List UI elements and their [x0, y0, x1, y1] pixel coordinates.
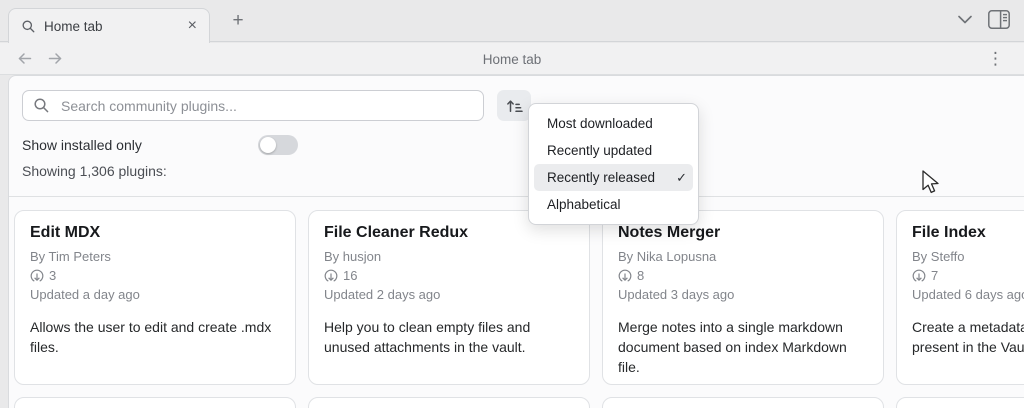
plugin-card-partial[interactable]	[896, 397, 1024, 408]
chevron-down-icon[interactable]	[958, 15, 972, 24]
plugin-name: File Index	[912, 224, 986, 241]
plugin-card-partial[interactable]	[308, 397, 590, 408]
right-sidebar-toggle-icon[interactable]	[988, 10, 1010, 29]
plugin-card-partial[interactable]	[602, 397, 884, 408]
plugin-author: By husjon	[324, 249, 382, 264]
forward-arrow-icon[interactable]	[47, 50, 64, 67]
sort-option-alphabetical[interactable]: Alphabetical	[534, 191, 693, 218]
view-title: Home tab	[482, 51, 542, 67]
mouse-cursor	[922, 170, 939, 194]
plugin-author: By Tim Peters	[30, 249, 111, 264]
show-installed-label: Show installed only	[22, 137, 142, 153]
download-icon	[912, 269, 926, 282]
plugin-card[interactable]: Notes Merger By Nika Lopusna 8 Updated 3…	[602, 210, 884, 385]
menu-item-label: Alphabetical	[547, 197, 621, 212]
plugin-author: By Steffo	[912, 249, 965, 264]
app-window: Home tab × + Home tab ⋮ Search community…	[0, 0, 1024, 408]
plugin-card[interactable]: File Cleaner Redux By husjon 16 Updated …	[308, 210, 590, 385]
more-options-icon[interactable]: ⋮	[987, 47, 1004, 71]
plugin-card[interactable]: Edit MDX By Tim Peters 3 Updated a day a…	[14, 210, 296, 385]
plugin-card[interactable]: File Index By Steffo 7 Updated 6 days ag…	[896, 210, 1024, 385]
close-tab-icon[interactable]: ×	[186, 18, 199, 34]
menu-item-label: Most downloaded	[547, 116, 653, 131]
download-count: 8	[637, 268, 645, 283]
show-installed-toggle[interactable]	[258, 135, 298, 155]
navigation-bar: Home tab ⋮	[0, 43, 1024, 75]
download-count: 16	[343, 268, 358, 283]
plugin-updated: Updated a day ago	[30, 287, 140, 302]
back-arrow-icon[interactable]	[16, 50, 33, 67]
download-icon	[30, 269, 44, 282]
download-count: 3	[49, 268, 57, 283]
check-icon: ✓	[676, 169, 687, 185]
download-icon	[618, 269, 632, 282]
tab-home[interactable]: Home tab ×	[8, 8, 210, 43]
download-count: 7	[931, 268, 939, 283]
search-icon	[22, 19, 35, 32]
results-count: Showing 1,306 plugins:	[22, 163, 167, 179]
menu-item-label: Recently updated	[547, 143, 653, 158]
toggle-knob	[260, 137, 276, 153]
new-tab-button[interactable]: +	[226, 9, 250, 33]
plugin-updated: Updated 2 days ago	[324, 287, 441, 302]
search-icon	[34, 98, 49, 113]
section-divider	[9, 196, 1024, 197]
plugin-card-partial[interactable]	[14, 397, 296, 408]
plugin-name: File Cleaner Redux	[324, 224, 469, 241]
plugin-updated: Updated 3 days ago	[618, 287, 735, 302]
plugin-description: Create a metadata present in the Vau	[912, 319, 1024, 355]
search-input[interactable]	[22, 90, 484, 121]
sort-option-recently-released[interactable]: Recently released ✓	[534, 164, 693, 191]
tab-bar: Home tab × +	[0, 0, 1024, 43]
plugin-description: Allows the user to edit and create .mdx …	[30, 319, 272, 355]
plugin-description: Help you to clean empty files and unused…	[324, 319, 531, 355]
menu-item-label: Recently released	[547, 170, 656, 185]
sort-option-recently-updated[interactable]: Recently updated	[534, 137, 693, 164]
sort-button[interactable]	[497, 90, 531, 121]
sort-menu: Most downloaded Recently updated Recentl…	[528, 103, 699, 225]
plugin-name: Edit MDX	[30, 224, 101, 241]
sort-ascending-icon	[506, 99, 523, 112]
sort-option-most-downloaded[interactable]: Most downloaded	[534, 110, 693, 137]
download-icon	[324, 269, 338, 282]
plugin-author: By Nika Lopusna	[618, 249, 717, 264]
tab-title: Home tab	[44, 18, 103, 34]
plugin-updated: Updated 6 days ago	[912, 287, 1024, 302]
plugin-name: Notes Merger	[618, 224, 721, 241]
plugin-description: Merge notes into a single markdown docum…	[618, 319, 847, 375]
